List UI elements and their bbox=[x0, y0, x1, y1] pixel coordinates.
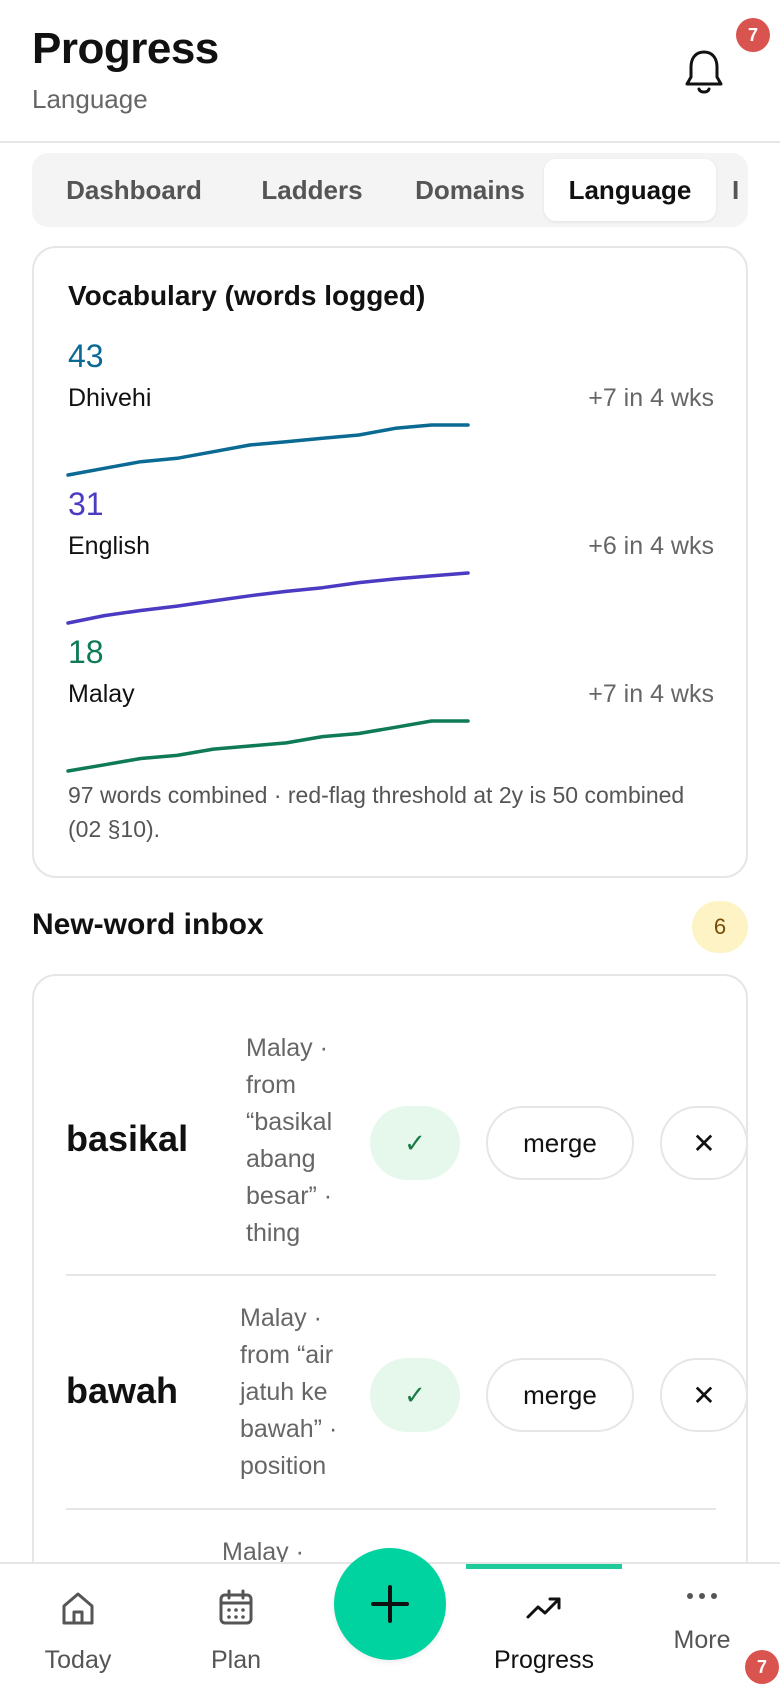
page-header: Progress Language bbox=[0, 0, 780, 143]
reject-button[interactable]: ✕ bbox=[660, 1106, 746, 1180]
tab-bar: Dashboard Ladders Domains Language I bbox=[32, 153, 748, 227]
bell-icon[interactable] bbox=[680, 46, 728, 98]
page-subtitle: Language bbox=[32, 84, 148, 114]
lang-name: English bbox=[68, 532, 150, 560]
nav-progress[interactable]: Progress bbox=[466, 1564, 622, 1688]
sparkline-series-line bbox=[66, 571, 470, 625]
lang-delta: +7 in 4 wks bbox=[588, 680, 714, 708]
more-icon bbox=[687, 1593, 717, 1599]
nav-today[interactable]: Today bbox=[0, 1564, 156, 1688]
trending-up-icon bbox=[526, 1597, 561, 1619]
meta-line: thing bbox=[246, 1219, 301, 1247]
nav-plan[interactable]: Plan bbox=[158, 1564, 314, 1688]
meta-line: “basikal bbox=[246, 1108, 333, 1136]
lang-count: 31 bbox=[68, 486, 104, 522]
meta-line: besar” · bbox=[246, 1182, 333, 1210]
meta-line: position bbox=[240, 1452, 327, 1480]
tab-ladders[interactable]: Ladders bbox=[242, 159, 382, 221]
word-meta: Malay · from “air jatuh ke bawah” · posi… bbox=[240, 1300, 337, 1485]
lang-delta: +7 in 4 wks bbox=[588, 384, 714, 412]
sparkline-english bbox=[66, 571, 470, 625]
merge-button[interactable]: merge bbox=[486, 1358, 634, 1432]
nav-label: Plan bbox=[210, 1646, 262, 1674]
vocabulary-card: Vocabulary (words logged) 43 Dhivehi +7 … bbox=[32, 246, 748, 878]
tab-overflow[interactable]: I bbox=[732, 159, 748, 221]
meta-line: Malay · bbox=[246, 1034, 328, 1062]
vocabulary-footnote: 97 words combined · red-flag threshold a… bbox=[68, 782, 685, 842]
calendar-icon bbox=[219, 1589, 253, 1625]
add-button[interactable] bbox=[334, 1548, 446, 1660]
page-title: Progress bbox=[32, 24, 219, 73]
lang-name: Malay bbox=[68, 680, 135, 708]
lang-count: 43 bbox=[68, 338, 104, 374]
vocabulary-title: Vocabulary (words logged) bbox=[68, 280, 426, 311]
reject-button[interactable]: ✕ bbox=[660, 1358, 746, 1432]
nav-label: Today bbox=[44, 1646, 112, 1674]
nav-label: Progress bbox=[493, 1646, 595, 1674]
meta-line: Malay · bbox=[240, 1304, 322, 1332]
list-item: basikal Malay · from “basikal abang besa… bbox=[66, 1030, 746, 1252]
more-badge: 7 bbox=[745, 1650, 779, 1684]
sparkline-series-line bbox=[66, 719, 470, 773]
meta-line: from “air bbox=[240, 1341, 334, 1369]
plus-icon bbox=[371, 1585, 409, 1623]
lang-name: Dhivehi bbox=[68, 384, 152, 412]
sparkline-series-line bbox=[66, 423, 470, 477]
word-meta: Malay · from “basikal abang besar” · thi… bbox=[246, 1030, 332, 1252]
tab-language[interactable]: Language bbox=[544, 159, 716, 221]
lang-count: 18 bbox=[68, 634, 104, 670]
notification-badge: 7 bbox=[736, 18, 770, 52]
divider bbox=[66, 1274, 716, 1276]
sparkline-dhivehi bbox=[66, 423, 470, 477]
meta-line: from bbox=[246, 1071, 296, 1099]
tab-domains[interactable]: Domains bbox=[396, 159, 544, 221]
accept-button[interactable]: ✓ bbox=[370, 1358, 460, 1432]
word-text: bawah bbox=[66, 1370, 179, 1411]
inbox-title: New-word inbox bbox=[32, 908, 264, 941]
divider bbox=[66, 1508, 716, 1510]
list-item: bawah Malay · from “air jatuh ke bawah” … bbox=[66, 1300, 746, 1490]
meta-line: jatuh ke bbox=[240, 1378, 328, 1406]
meta-line: bawah” · bbox=[240, 1415, 338, 1443]
sparkline-malay bbox=[66, 719, 470, 773]
tab-dashboard[interactable]: Dashboard bbox=[50, 159, 218, 221]
meta-line: abang bbox=[246, 1145, 316, 1173]
home-icon bbox=[62, 1592, 94, 1625]
merge-button[interactable]: merge bbox=[486, 1106, 634, 1180]
inbox-count-badge: 6 bbox=[692, 901, 748, 953]
word-text: basikal bbox=[66, 1118, 189, 1159]
lang-delta: +6 in 4 wks bbox=[588, 532, 714, 560]
accept-button[interactable]: ✓ bbox=[370, 1106, 460, 1180]
